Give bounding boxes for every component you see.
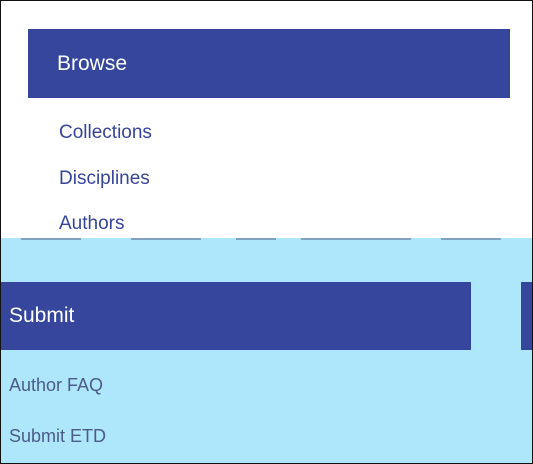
- submit-title: Submit: [9, 304, 75, 327]
- submit-etd-link[interactable]: Submit ETD: [9, 426, 106, 447]
- screenshot-frame: Browse Collections Disciplines Authors S…: [0, 0, 533, 464]
- browse-header: Browse: [28, 29, 510, 98]
- disciplines-link[interactable]: Disciplines: [59, 168, 150, 190]
- author-faq-link[interactable]: Author FAQ: [9, 375, 103, 396]
- authors-link[interactable]: Authors: [59, 213, 124, 235]
- adjacent-panel-header: [521, 282, 532, 350]
- collections-link[interactable]: Collections: [59, 122, 152, 144]
- render-artifact-divider: [1, 238, 532, 240]
- browse-title: Browse: [57, 52, 128, 75]
- submit-header: Submit: [1, 282, 471, 350]
- submit-panel: Submit Author FAQ Submit ETD: [1, 238, 532, 463]
